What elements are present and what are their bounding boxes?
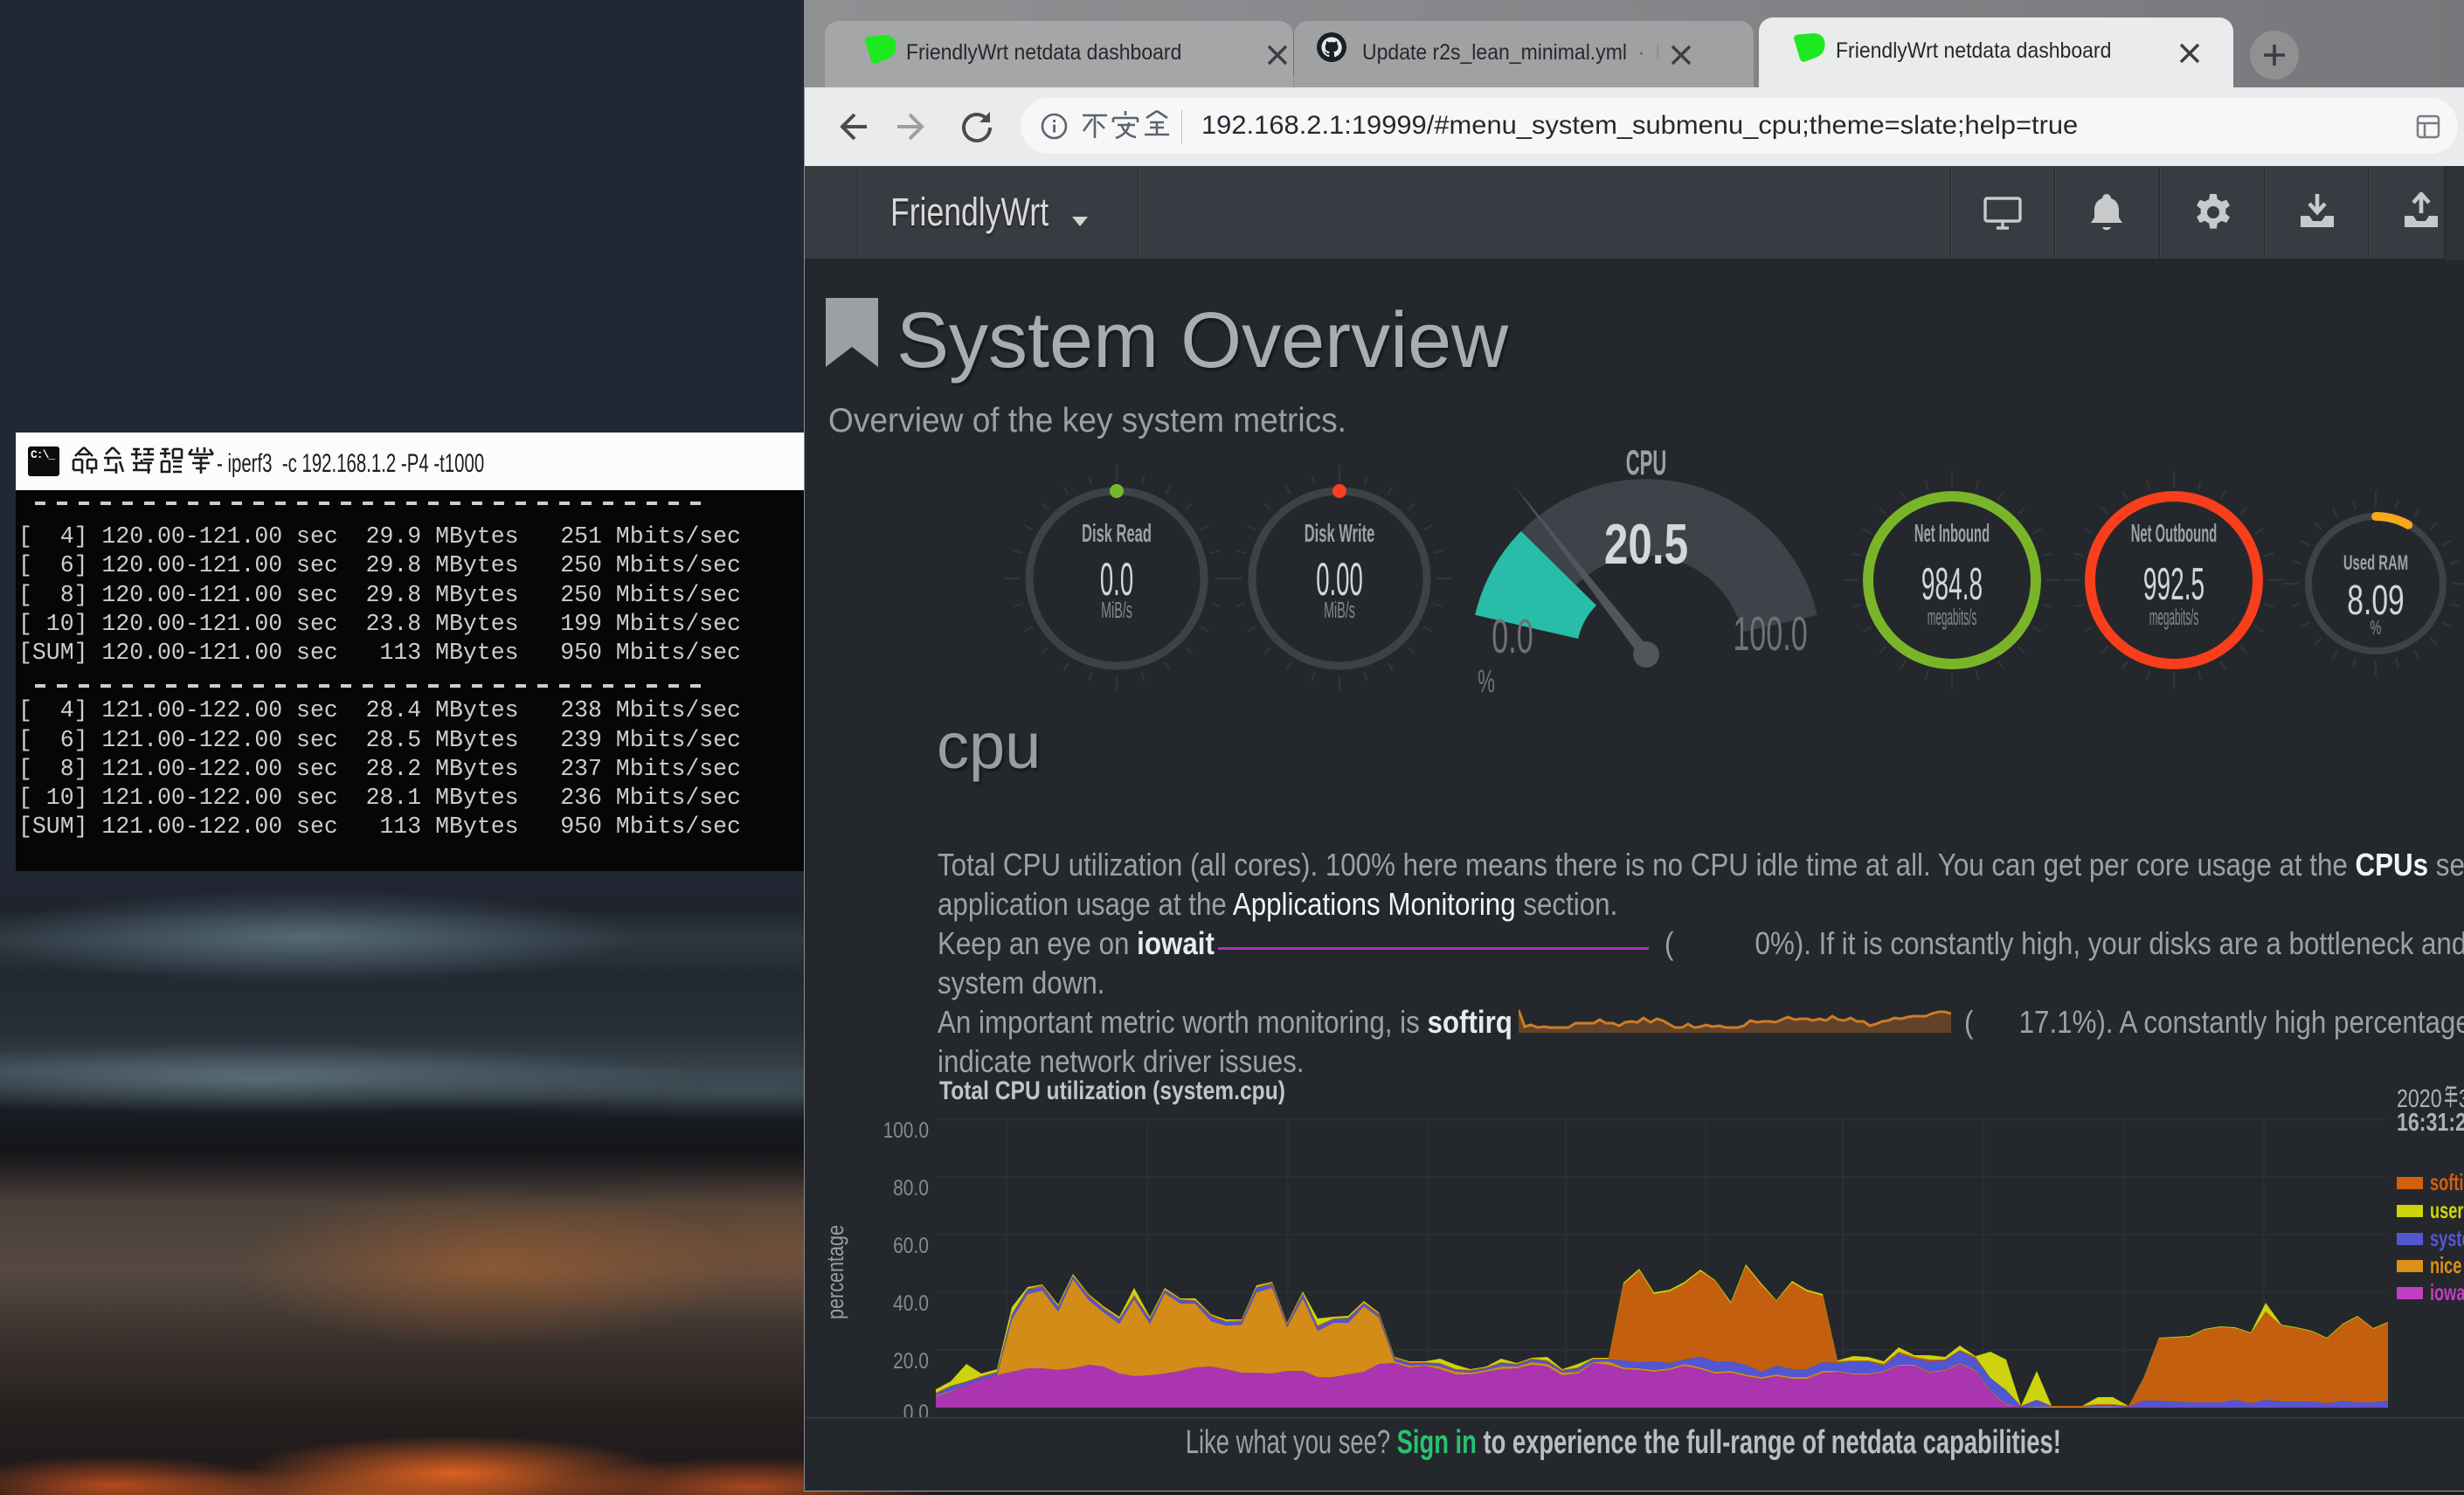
svg-text:20.5: 20.5 <box>1604 514 1688 577</box>
svg-text:CPU: CPU <box>1626 443 1666 482</box>
svg-text:0.0: 0.0 <box>1492 610 1533 663</box>
svg-text:992.5: 992.5 <box>2143 558 2204 609</box>
svg-text:Net Inbound: Net Inbound <box>1914 519 1990 548</box>
svg-text:%: % <box>2371 618 2382 640</box>
svg-text:MiB/s: MiB/s <box>1324 599 1355 624</box>
svg-text:0.0: 0.0 <box>1100 553 1133 605</box>
svg-text:megabits/s: megabits/s <box>2149 606 2199 630</box>
svg-text:Disk Write: Disk Write <box>1305 520 1375 548</box>
svg-text:megabits/s: megabits/s <box>1928 606 1977 630</box>
svg-text:%: % <box>1478 665 1495 700</box>
svg-text:0.00: 0.00 <box>1316 553 1363 605</box>
svg-text:100.0: 100.0 <box>1733 607 1807 661</box>
svg-text:MiB/s: MiB/s <box>1101 599 1132 624</box>
svg-text:8.09: 8.09 <box>2347 576 2404 623</box>
svg-text:Net Outbound: Net Outbound <box>2131 519 2217 548</box>
svg-text:Used RAM: Used RAM <box>2343 552 2408 575</box>
svg-text:Disk Read: Disk Read <box>1082 520 1152 548</box>
svg-text:984.8: 984.8 <box>1921 558 1983 609</box>
